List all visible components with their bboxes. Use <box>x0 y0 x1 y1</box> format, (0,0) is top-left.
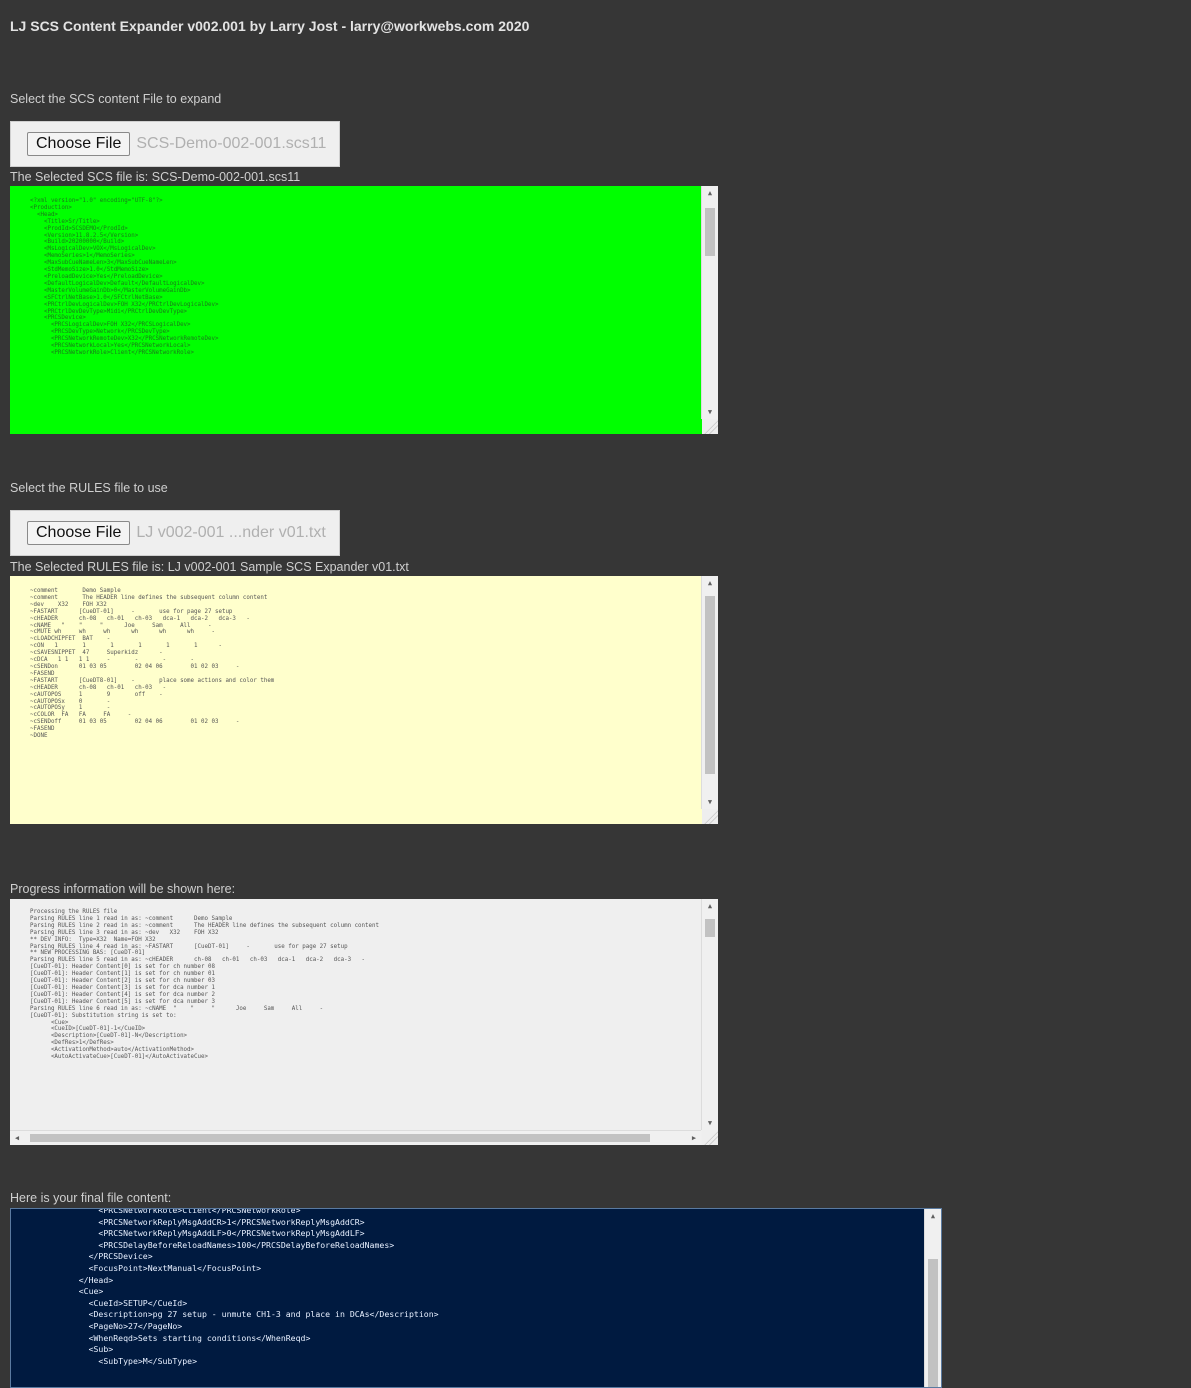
progress-horizontal-scrollbar[interactable]: ◀ ▶ <box>10 1130 701 1145</box>
progress-prompt: Progress information will be shown here: <box>10 882 236 896</box>
progress-text: Processing the RULES file Parsing RULES … <box>30 909 380 1061</box>
scroll-down-arrow-icon[interactable]: ▼ <box>702 795 718 809</box>
rules-content-textarea[interactable]: ~comment Demo Sample ~comment The HEADER… <box>10 576 718 824</box>
rules-choose-file-button[interactable]: Choose File <box>27 521 131 545</box>
scroll-thumb[interactable] <box>705 919 715 937</box>
scroll-up-arrow-icon[interactable]: ▲ <box>702 576 718 590</box>
resize-grip-icon[interactable] <box>702 1130 718 1145</box>
scs-content-text: <?xml version="1.0" encoding="UTF-8"?> <… <box>30 198 219 356</box>
scroll-thumb[interactable] <box>928 1259 938 1387</box>
scs-content-textarea[interactable]: <?xml version="1.0" encoding="UTF-8"?> <… <box>10 186 718 434</box>
scroll-down-arrow-icon[interactable]: ▼ <box>702 405 718 419</box>
scs-vertical-scrollbar[interactable]: ▲ ▼ <box>701 186 718 419</box>
scroll-down-arrow-icon[interactable]: ▼ <box>702 1116 718 1130</box>
scroll-right-arrow-icon[interactable]: ▶ <box>687 1131 701 1145</box>
rules-vertical-scrollbar[interactable]: ▲ ▼ <box>701 576 718 809</box>
resize-grip-icon[interactable] <box>702 809 718 824</box>
final-vertical-scrollbar[interactable]: ▲ <box>924 1209 941 1387</box>
scs-selected-file-text: The Selected SCS file is: SCS-Demo-002-0… <box>10 170 301 184</box>
scroll-thumb[interactable] <box>705 596 715 774</box>
scroll-left-arrow-icon[interactable]: ◀ <box>10 1131 24 1145</box>
resize-grip-icon[interactable] <box>702 419 718 434</box>
rules-file-picker: Choose File LJ v002-001 ...nder v01.txt <box>10 510 340 556</box>
rules-selected-file-text: The Selected RULES file is: LJ v002-001 … <box>10 560 409 574</box>
rules-content-text: ~comment Demo Sample ~comment The HEADER… <box>30 588 275 740</box>
scs-file-prompt: Select the SCS content File to expand <box>10 92 222 106</box>
rules-file-prompt: Select the RULES file to use <box>10 481 168 495</box>
progress-textarea[interactable]: Processing the RULES file Parsing RULES … <box>10 899 718 1145</box>
scs-file-name: SCS-Demo-002-001.scs11 <box>136 135 327 152</box>
scroll-thumb[interactable] <box>705 208 715 256</box>
scroll-up-arrow-icon[interactable]: ▲ <box>702 899 718 913</box>
scroll-thumb[interactable] <box>30 1134 650 1142</box>
progress-vertical-scrollbar[interactable]: ▲ ▼ <box>701 899 718 1130</box>
final-content-text: <PRCSNetworkRole>Client</PRCSNetworkRole… <box>78 1208 439 1366</box>
scs-choose-file-button[interactable]: Choose File <box>27 132 131 156</box>
scroll-up-arrow-icon[interactable]: ▲ <box>925 1209 941 1223</box>
final-content-textarea[interactable]: <PRCSNetworkRole>Client</PRCSNetworkRole… <box>10 1208 942 1388</box>
final-content-prompt: Here is your final file content: <box>10 1191 172 1205</box>
scs-file-picker: Choose File SCS-Demo-002-001.scs11 <box>10 121 340 167</box>
scroll-up-arrow-icon[interactable]: ▲ <box>702 186 718 200</box>
rules-file-name: LJ v002-001 ...nder v01.txt <box>136 524 326 541</box>
app-title: LJ SCS Content Expander v002.001 by Larr… <box>10 18 530 34</box>
